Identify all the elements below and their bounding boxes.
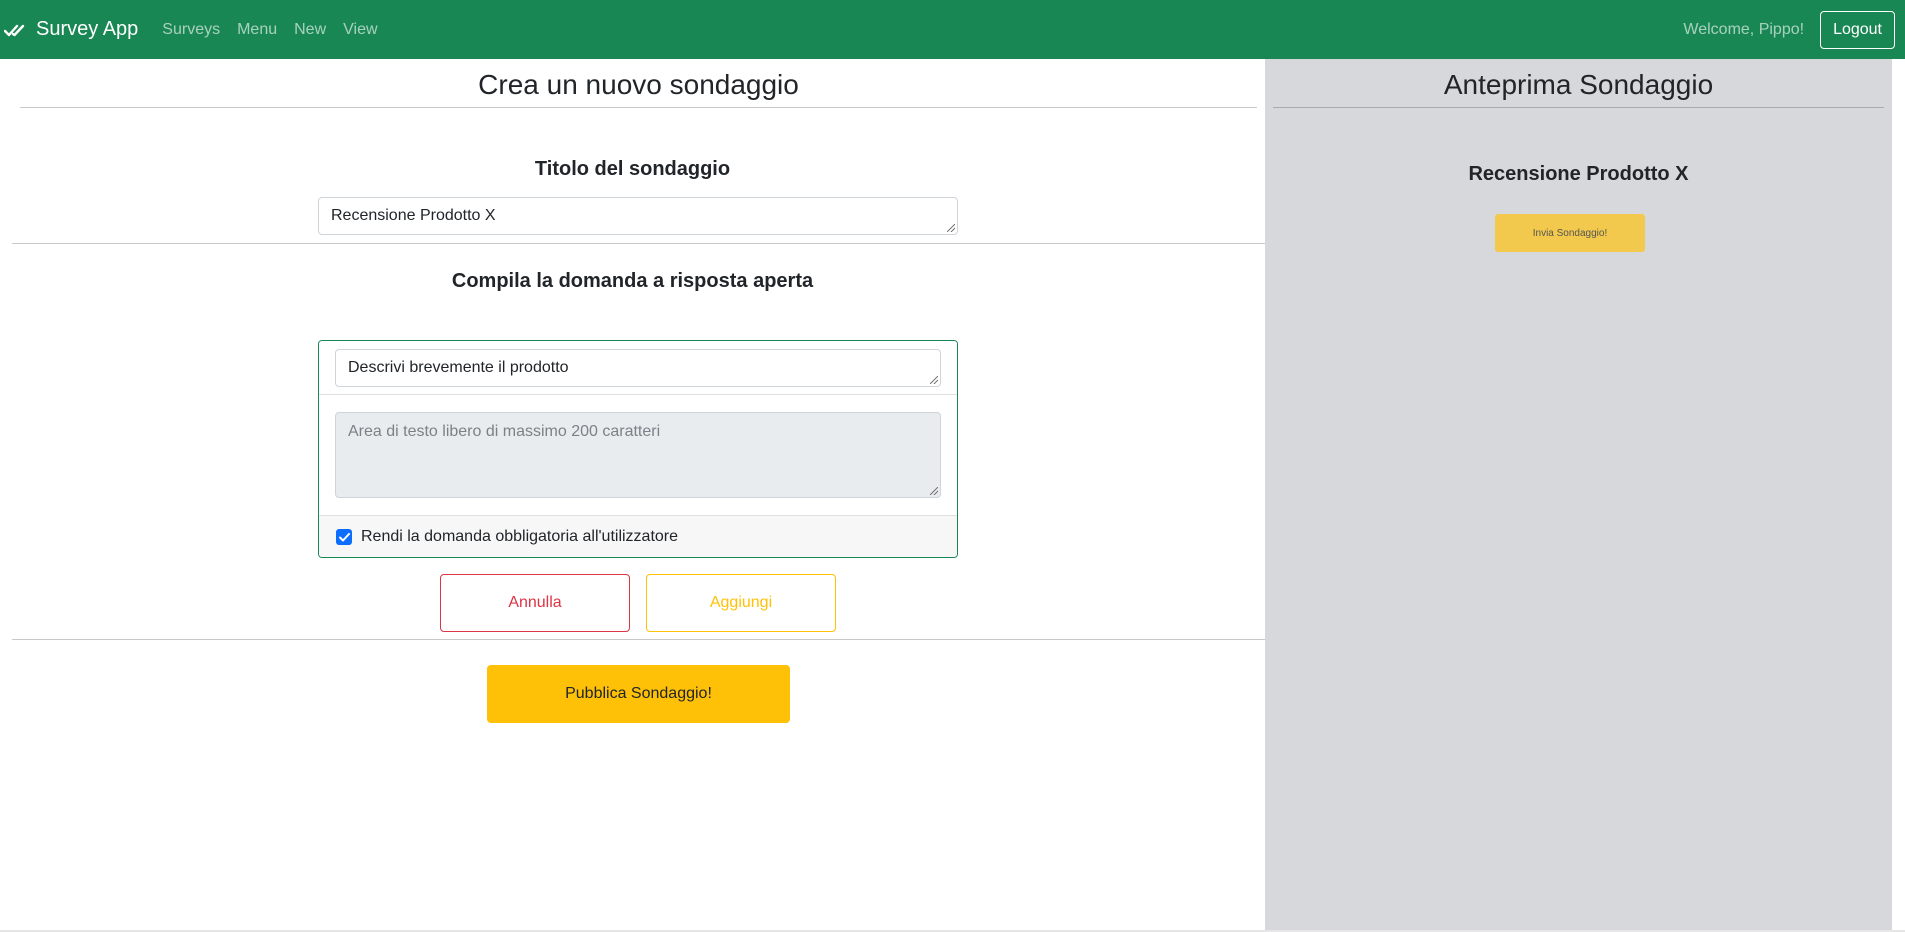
page-gutter — [1892, 59, 1905, 932]
title-section-heading: Titolo del sondaggio — [534, 158, 731, 180]
add-question-button[interactable]: Aggiungi — [646, 574, 836, 632]
question-section-heading: Compila la domanda a risposta aperta — [451, 270, 814, 292]
checkmark-icon — [338, 532, 350, 541]
preview-send-button[interactable]: Invia Sondaggio! — [1495, 214, 1645, 252]
preview-survey-title: Recensione Prodotto X — [1468, 163, 1689, 185]
nav-links: Surveys Menu New View — [162, 21, 394, 39]
mandatory-checkbox[interactable] — [336, 529, 352, 545]
brand-label: Survey App — [36, 18, 139, 40]
question-card-footer: Rendi la domanda obbligatoria all'utiliz… — [319, 515, 957, 557]
double-check-icon — [4, 24, 25, 36]
open-question-card: Descrivi brevemente il prodotto Area di … — [318, 340, 958, 558]
welcome-text: Welcome, Pippo! — [1683, 20, 1805, 38]
nav-link-new[interactable]: New — [294, 21, 326, 39]
nav-link-view[interactable]: View — [343, 21, 377, 39]
survey-title-value: Recensione Prodotto X — [331, 207, 496, 224]
answer-placeholder: Area di testo libero di massimo 200 cara… — [348, 423, 661, 440]
logout-button[interactable]: Logout — [1820, 10, 1895, 49]
nav-user-area: Welcome, Pippo! Logout — [1683, 10, 1895, 49]
resize-grip-icon[interactable] — [930, 376, 938, 384]
nav-link-surveys[interactable]: Surveys — [162, 21, 220, 39]
survey-preview-panel: Anteprima Sondaggio Recensione Prodotto … — [1265, 59, 1892, 932]
resize-grip-icon[interactable] — [947, 224, 955, 232]
question-text-value: Descrivi brevemente il prodotto — [348, 359, 569, 376]
divider — [12, 639, 1265, 640]
question-text-input[interactable]: Descrivi brevemente il prodotto — [335, 349, 941, 387]
cancel-button[interactable]: Annulla — [440, 574, 630, 632]
survey-editor: Crea un nuovo sondaggio Titolo del sonda… — [0, 59, 1265, 932]
divider — [12, 243, 1265, 244]
page-title: Crea un nuovo sondaggio — [20, 59, 1257, 108]
answer-preview-textarea: Area di testo libero di massimo 200 cara… — [335, 412, 941, 498]
question-card-header: Descrivi brevemente il prodotto — [319, 341, 957, 395]
nav-link-menu[interactable]: Menu — [237, 21, 277, 39]
publish-survey-button[interactable]: Pubblica Sondaggio! — [487, 665, 790, 723]
top-navbar: Survey App Surveys Menu New View Welcome… — [0, 0, 1905, 59]
mandatory-checkbox-label[interactable]: Rendi la domanda obbligatoria all'utiliz… — [361, 528, 678, 546]
preview-title: Anteprima Sondaggio — [1273, 59, 1884, 108]
resize-grip-icon — [930, 487, 938, 495]
survey-title-input[interactable]: Recensione Prodotto X — [318, 197, 958, 235]
brand-link[interactable]: Survey App — [4, 18, 138, 41]
